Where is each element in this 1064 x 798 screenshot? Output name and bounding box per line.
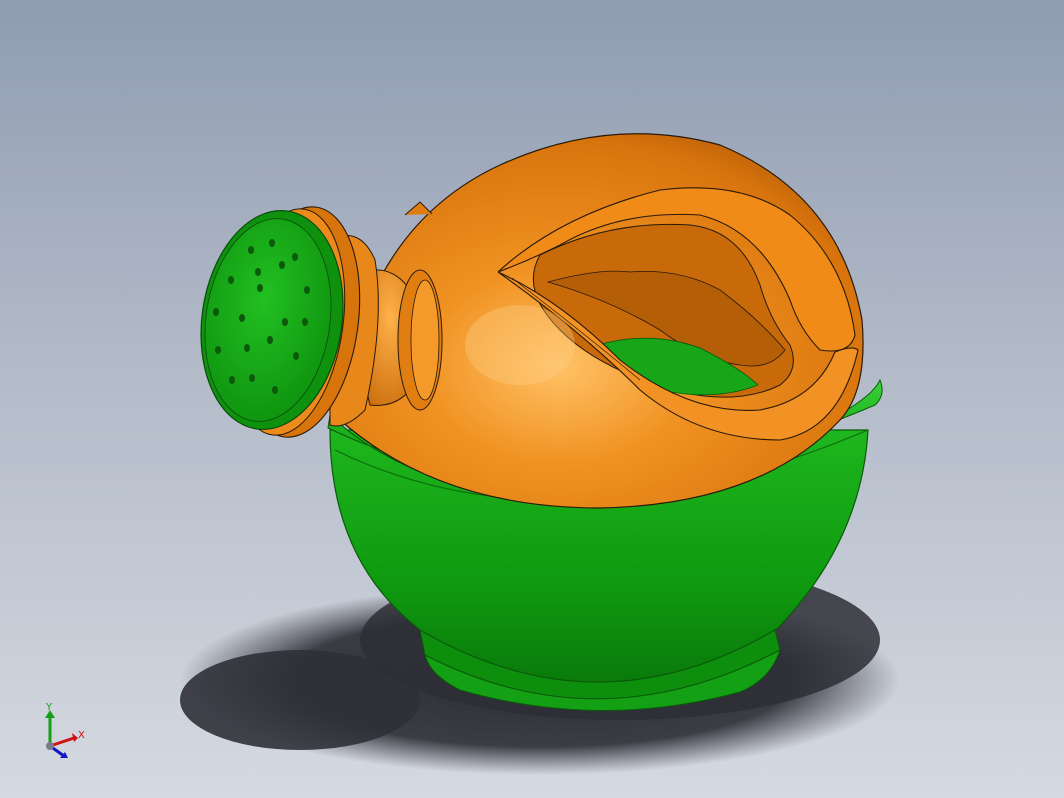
x-axis-label: X xyxy=(78,730,85,741)
y-axis-arrow-icon xyxy=(45,710,55,746)
graphics-viewport[interactable]: Y X xyxy=(0,0,1064,798)
coordinate-triad[interactable]: Y X xyxy=(34,700,94,766)
triad-origin-icon xyxy=(46,742,54,750)
x-axis-arrow-icon xyxy=(49,733,78,748)
y-axis-label: Y xyxy=(45,702,53,713)
watering-can-model[interactable] xyxy=(0,0,1064,798)
